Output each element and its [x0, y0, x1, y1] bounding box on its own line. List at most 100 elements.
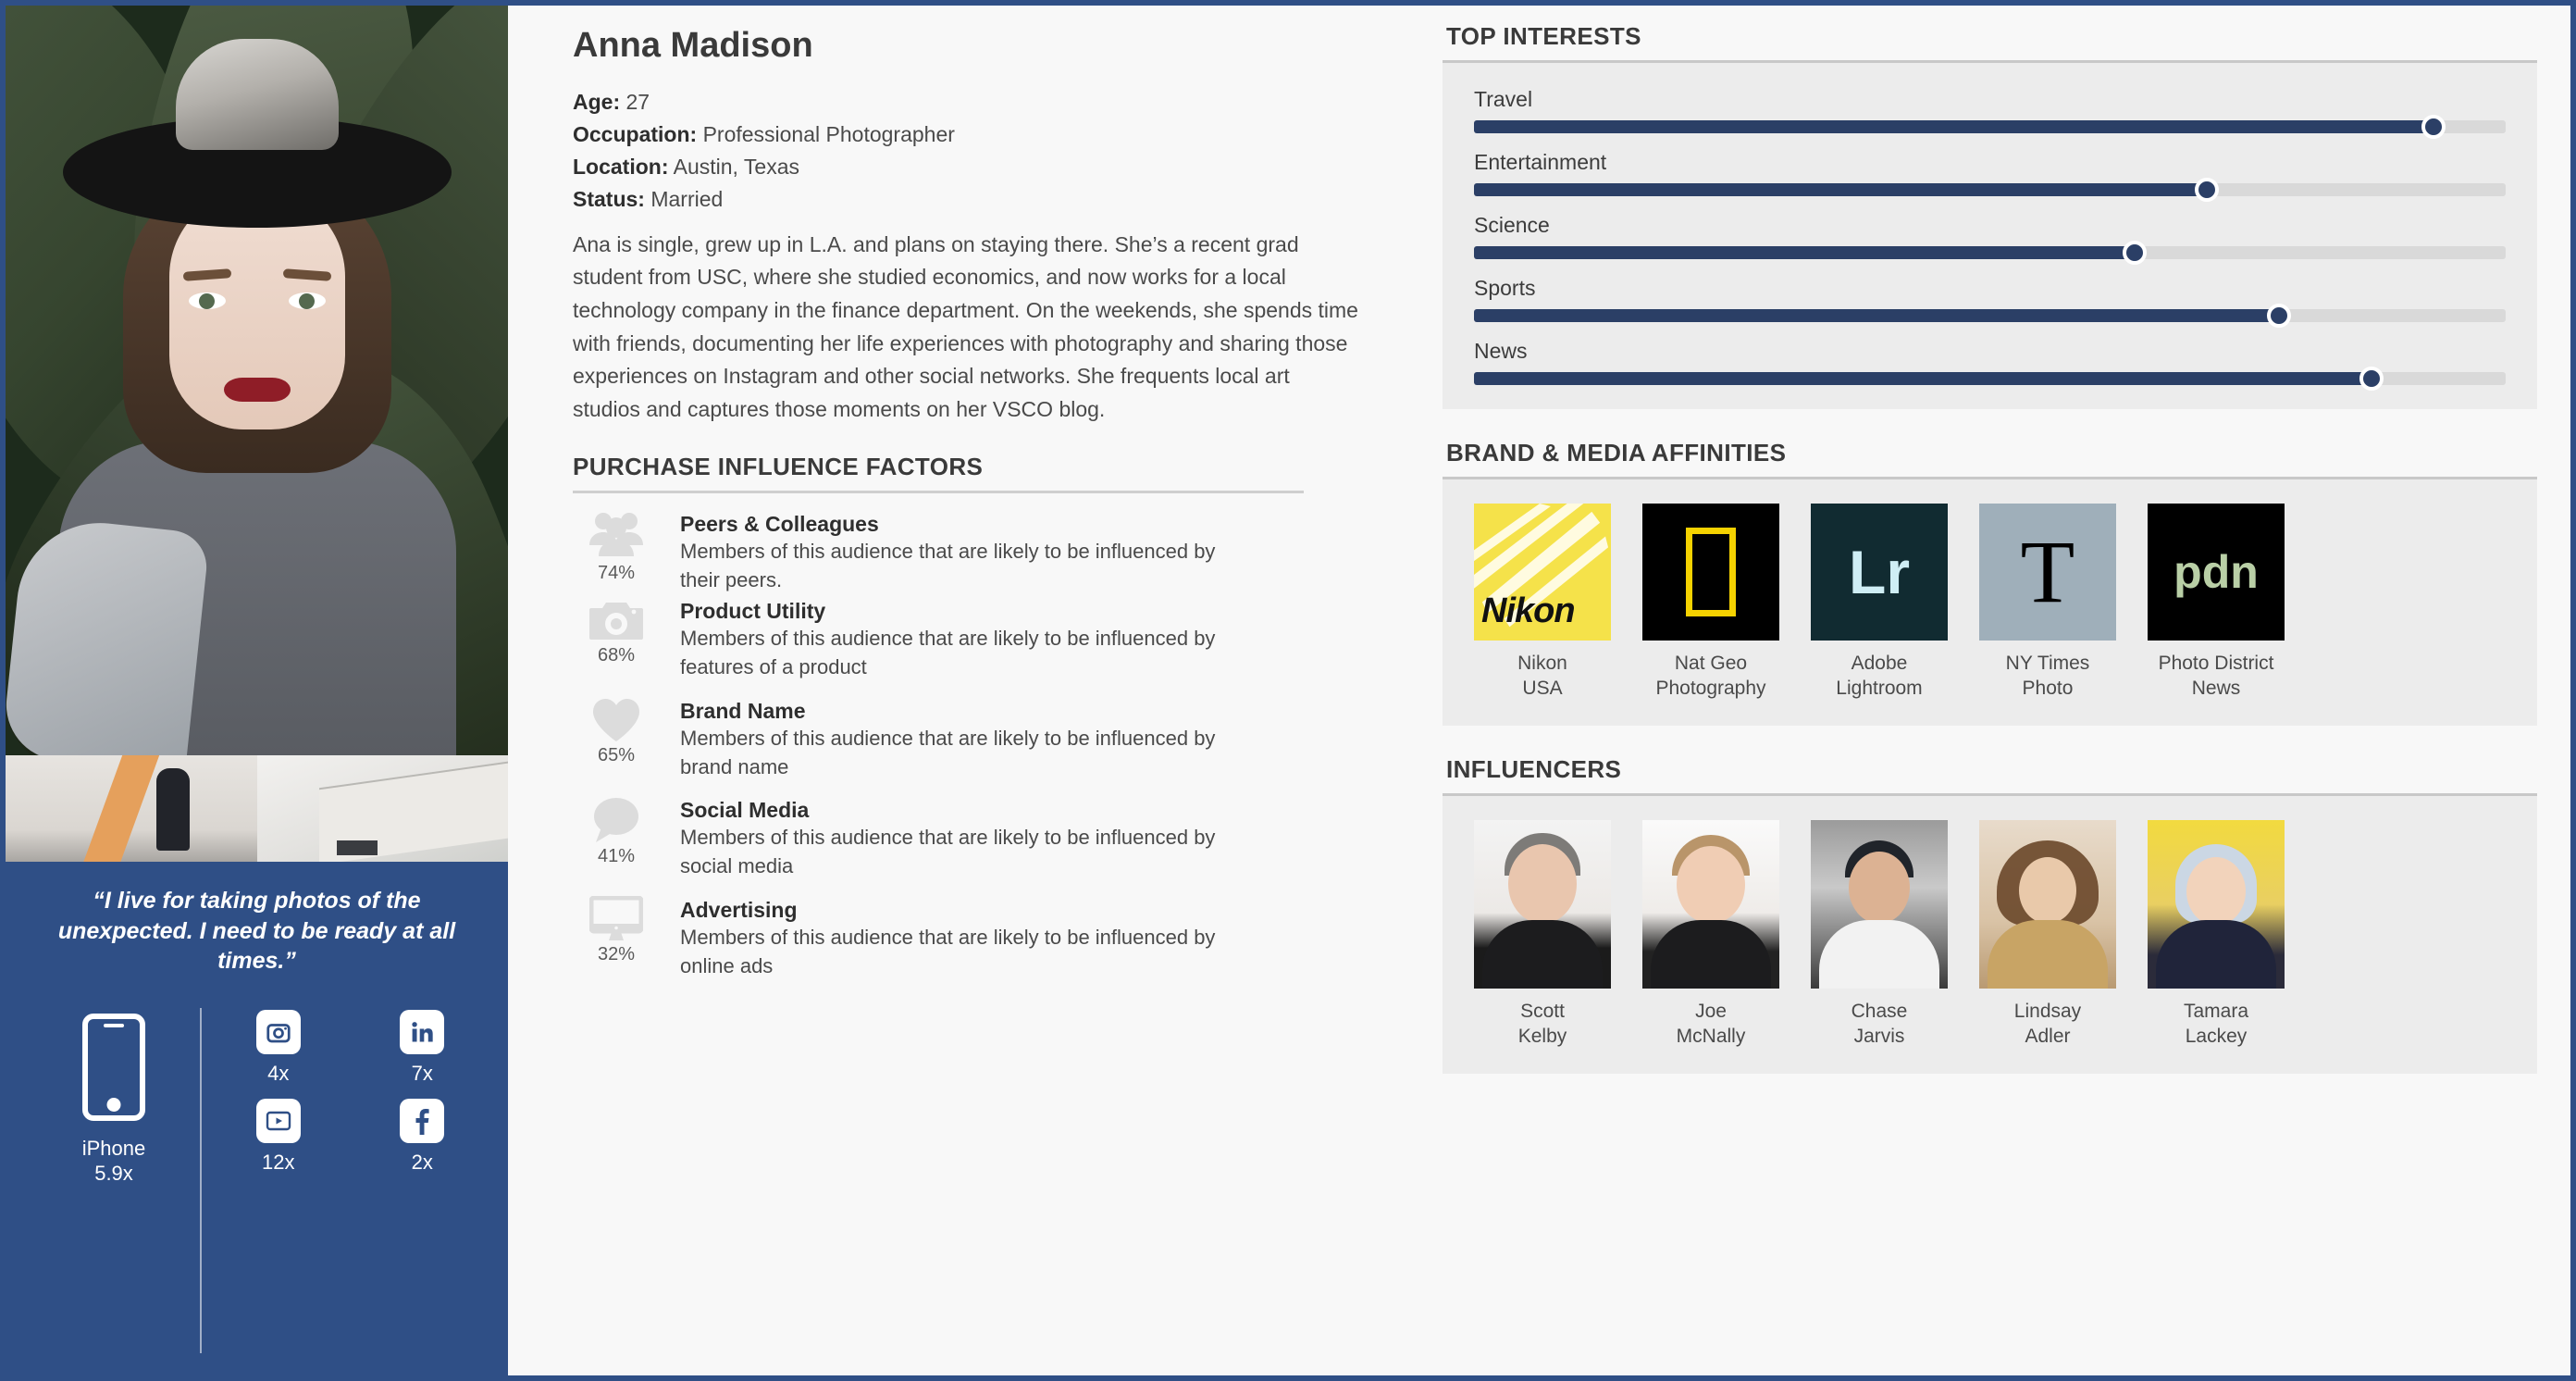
slider-handle[interactable]: [2266, 304, 2291, 328]
interest-row: Travel: [1474, 87, 2506, 139]
interest-label: Sports: [1474, 276, 1536, 300]
factor-name: Advertising: [680, 897, 798, 922]
page-title: Anna Madison: [573, 26, 813, 65]
meta-label-age: Age:: [573, 90, 621, 114]
factor-name: Social Media: [680, 798, 810, 823]
factor-desc: Members of this audience that are likely…: [680, 826, 1216, 878]
slider-handle[interactable]: [2122, 241, 2147, 265]
influencer-name: Chase Jarvis: [1851, 1000, 1908, 1047]
brand-caption: Nikon USA: [1517, 653, 1567, 699]
slider-handle[interactable]: [2194, 178, 2219, 202]
pdn-wordmark: pdn: [2174, 546, 2259, 598]
factor-pct-wrap: 74%: [573, 561, 660, 584]
meta-row-occupation: Occupation: Professional Photographer: [573, 118, 1359, 151]
influencer-item-scott-kelby[interactable]: Scott Kelby: [1474, 819, 1611, 1050]
factor-desc: Members of this audience that are likely…: [680, 726, 1216, 778]
influencer-name: Tamara Lackey: [2183, 1000, 2249, 1047]
influencer-item-joe-mcnally[interactable]: Joe McNally: [1642, 819, 1779, 1050]
monitor-icon: 32%: [573, 895, 660, 965]
factor-desc: Members of this audience that are likely…: [680, 627, 1216, 679]
meta-label-occupation: Occupation:: [573, 121, 698, 146]
avatar: [1811, 819, 1948, 989]
influencer-row: Scott Kelby Joe McNally Chase Jarvis Lin…: [1474, 819, 2506, 1050]
national-geographic-logo: [1642, 504, 1779, 641]
thumbnail-street-photo: [6, 755, 257, 862]
facebook-icon: [400, 1098, 445, 1143]
influencer-name: Scott Kelby: [1517, 1000, 1567, 1047]
interest-label: Travel: [1474, 87, 1533, 111]
avatar: [1474, 819, 1611, 989]
factor-row: 41% Social Media Members of this audienc…: [573, 796, 1359, 880]
slider-handle[interactable]: [2359, 367, 2384, 391]
nikon-wordmark: Nikon: [1481, 591, 1576, 630]
youtube-count: 12x: [262, 1150, 295, 1174]
linkedin-count: 7x: [411, 1061, 433, 1085]
slider-fill: [1474, 120, 2434, 133]
thumbnail-architecture-photo: [256, 755, 508, 862]
device-index: 5.9x: [94, 1162, 133, 1185]
speech-bubble-icon: 41%: [573, 796, 660, 867]
factor-row: 65% Brand Name Members of this audience …: [573, 697, 1359, 781]
persona-card: “I live for taking photos of the unexpec…: [0, 0, 2576, 1381]
people-icon: [573, 510, 660, 560]
brand-item-nytimes[interactable]: T NY Times Photo: [1979, 504, 2116, 702]
meta-value-location: Austin, Texas: [673, 154, 799, 179]
factor-row: Peers & Colleagues Members of this audie…: [573, 510, 1359, 594]
factor-percent: 74%: [597, 563, 636, 584]
divider: [200, 1007, 202, 1353]
influencers-title: INFLUENCERS: [1443, 755, 2537, 796]
factor-name: Brand Name: [680, 698, 806, 723]
brand-item-nikon[interactable]: Nikon Nikon USA: [1474, 504, 1611, 702]
brand-caption: NY Times Photo: [2005, 653, 2090, 699]
interest-label: Science: [1474, 213, 1550, 237]
influencer-name: Joe McNally: [1676, 1000, 1746, 1047]
brand-item-natgeo[interactable]: Nat Geo Photography: [1642, 504, 1779, 702]
new-york-times-logo: T: [1979, 504, 2116, 641]
youtube-icon: [255, 1098, 301, 1143]
factor-name: Peers & Colleagues: [680, 511, 879, 536]
slider-fill: [1474, 309, 2279, 322]
factor-desc: Members of this audience that are likely…: [680, 539, 1216, 591]
facebook-count: 2x: [411, 1150, 433, 1174]
meta-label-status: Status:: [573, 186, 645, 211]
meta-label-location: Location:: [573, 154, 669, 179]
factor-percent: 68%: [597, 645, 636, 666]
interest-slider[interactable]: [1474, 304, 2506, 328]
interest-row: Sports: [1474, 276, 2506, 328]
brand-caption: Photo District News: [2158, 653, 2274, 699]
brand-item-lightroom[interactable]: Lr Adobe Lightroom: [1811, 504, 1948, 702]
brand-item-pdn[interactable]: pdn Photo District News: [2148, 504, 2285, 702]
slider-handle[interactable]: [2421, 115, 2446, 139]
slider-fill: [1474, 183, 2207, 196]
influencer-item-lindsay-adler[interactable]: Lindsay Adler: [1979, 819, 2116, 1050]
factor-row: 32% Advertising Members of this audience…: [573, 895, 1359, 980]
factor-desc: Members of this audience that are likely…: [680, 925, 1216, 977]
slider-fill: [1474, 246, 2135, 259]
social-item-linkedin: 7x: [363, 1009, 483, 1086]
influencer-item-chase-jarvis[interactable]: Chase Jarvis: [1811, 819, 1948, 1050]
meta-row-location: Location: Austin, Texas: [573, 151, 1359, 183]
lightroom-wordmark: Lr: [1849, 538, 1910, 606]
brand-caption: Nat Geo Photography: [1655, 653, 1766, 699]
avatar: [1642, 819, 1779, 989]
instagram-icon: [255, 1009, 301, 1054]
slider-fill: [1474, 372, 2372, 385]
brand-affinities-panel: Nikon Nikon USA Nat Geo Photography Lr Ado…: [1443, 479, 2537, 726]
factor-percent: 65%: [597, 744, 636, 765]
interest-slider[interactable]: [1474, 241, 2506, 265]
interest-slider[interactable]: [1474, 178, 2506, 202]
social-item-facebook: 2x: [363, 1098, 483, 1175]
avatar: [1979, 819, 2116, 989]
instagram-count: 4x: [267, 1061, 290, 1085]
adobe-lightroom-logo: Lr: [1811, 504, 1948, 641]
interest-slider[interactable]: [1474, 115, 2506, 139]
influencer-item-tamara-lackey[interactable]: Tamara Lackey: [2148, 819, 2285, 1050]
interest-row: News: [1474, 339, 2506, 391]
profile-meta: Age: 27 Occupation: Professional Photogr…: [573, 86, 1359, 216]
interest-slider[interactable]: [1474, 367, 2506, 391]
right-column: TOP INTERESTS Travel Entertainment Science…: [1415, 6, 2570, 1375]
avatar: [2148, 819, 2285, 989]
brand-caption: Adobe Lightroom: [1836, 653, 1923, 699]
device-and-social-row: iPhone 5.9x 4x 7x 12x 2x: [31, 1004, 482, 1358]
brand-affinities-title: BRAND & MEDIA AFFINITIES: [1443, 439, 2537, 479]
